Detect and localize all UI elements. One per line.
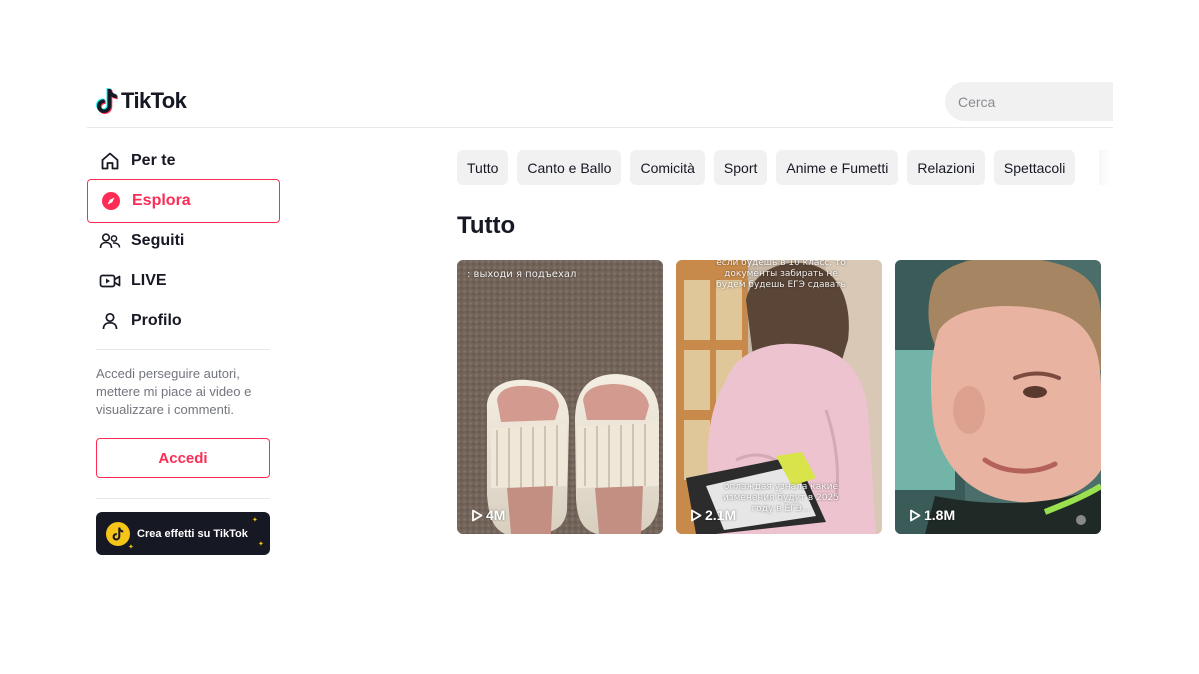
live-icon bbox=[99, 270, 121, 292]
sidebar-item-esplora[interactable]: Esplora bbox=[87, 179, 280, 223]
video-card[interactable]: : выходи я подъехал 4M bbox=[457, 260, 663, 534]
tab-canto-e-ballo[interactable]: Canto e Ballo bbox=[517, 150, 622, 185]
search-input[interactable] bbox=[958, 93, 1098, 110]
sparkle-icon: ✦ bbox=[128, 544, 134, 551]
view-count: 1.8M bbox=[909, 507, 955, 523]
following-icon bbox=[99, 230, 121, 252]
tiktok-note-icon bbox=[96, 88, 118, 114]
tab-tutto[interactable]: Tutto bbox=[457, 150, 509, 185]
sidebar-item-label: Per te bbox=[131, 152, 176, 169]
home-icon bbox=[99, 150, 121, 172]
tabs-scroll-fade bbox=[1099, 150, 1111, 185]
video-thumbnail bbox=[895, 260, 1101, 534]
tiktok-logo[interactable]: TikTok bbox=[96, 88, 187, 114]
tab-comicita[interactable]: Comicità bbox=[630, 150, 705, 185]
sidebar-item-seguiti[interactable]: Seguiti bbox=[87, 221, 280, 261]
sidebar-item-per-te[interactable]: Per te bbox=[87, 141, 280, 181]
play-icon bbox=[472, 509, 483, 521]
video-card[interactable]: если будешь в 10 класс, то документы заб… bbox=[676, 260, 882, 534]
logo-text: TikTok bbox=[121, 88, 187, 113]
play-icon bbox=[691, 509, 702, 521]
sidebar: Per te Esplora Seguiti LIVE Profilo Acce… bbox=[87, 141, 280, 555]
tab-sport[interactable]: Sport bbox=[713, 150, 768, 185]
view-count-text: 4M bbox=[486, 507, 506, 523]
video-grid: : выходи я подъехал 4M если будешь в 10 … bbox=[457, 260, 1101, 534]
sidebar-divider bbox=[96, 498, 270, 499]
video-card[interactable]: 1.8M bbox=[895, 260, 1101, 534]
sidebar-item-label: Seguiti bbox=[131, 232, 185, 249]
tab-anime-e-fumetti[interactable]: Anime e Fumetti bbox=[776, 150, 899, 185]
tab-spettacoli[interactable]: Spettacoli bbox=[993, 150, 1076, 185]
view-count-text: 2.1M bbox=[705, 507, 737, 523]
top-header: TikTok bbox=[87, 80, 1113, 128]
sidebar-divider bbox=[96, 349, 270, 350]
tab-relazioni[interactable]: Relazioni bbox=[907, 150, 985, 185]
section-title: Tutto bbox=[457, 212, 516, 239]
effect-house-icon bbox=[106, 521, 130, 546]
sidebar-item-label: Esplora bbox=[132, 192, 191, 209]
profile-icon bbox=[99, 310, 121, 332]
login-button[interactable]: Accedi bbox=[96, 438, 270, 478]
effects-button-label: Crea effetti su TikTok bbox=[137, 527, 248, 540]
login-prompt-text: Accedi perseguire autori, mettere mi pia… bbox=[96, 366, 252, 417]
sidebar-item-label: Profilo bbox=[131, 312, 182, 329]
search-bar[interactable] bbox=[945, 82, 1113, 121]
sparkle-icon: ✦ bbox=[252, 517, 258, 524]
video-caption-top: если будешь в 10 класс, то документы заб… bbox=[716, 260, 846, 290]
sidebar-item-live[interactable]: LIVE bbox=[87, 261, 280, 301]
video-caption: : выходи я подъехал bbox=[467, 269, 577, 280]
view-count: 4M bbox=[471, 507, 505, 523]
view-count: 2.1M bbox=[690, 507, 736, 523]
create-effects-button[interactable]: Crea effetti su TikTok ✦ ✦ ✦ bbox=[96, 512, 270, 555]
view-count-text: 1.8M bbox=[924, 507, 956, 523]
sidebar-item-profilo[interactable]: Profilo bbox=[87, 301, 280, 341]
sidebar-item-label: LIVE bbox=[131, 272, 167, 289]
play-icon bbox=[910, 509, 921, 521]
category-tabs: Tutto Canto e Ballo Comicità Sport Anime… bbox=[457, 150, 1076, 185]
sparkle-icon: ✦ bbox=[258, 541, 264, 548]
video-thumbnail bbox=[457, 260, 663, 534]
compass-icon bbox=[100, 190, 122, 212]
